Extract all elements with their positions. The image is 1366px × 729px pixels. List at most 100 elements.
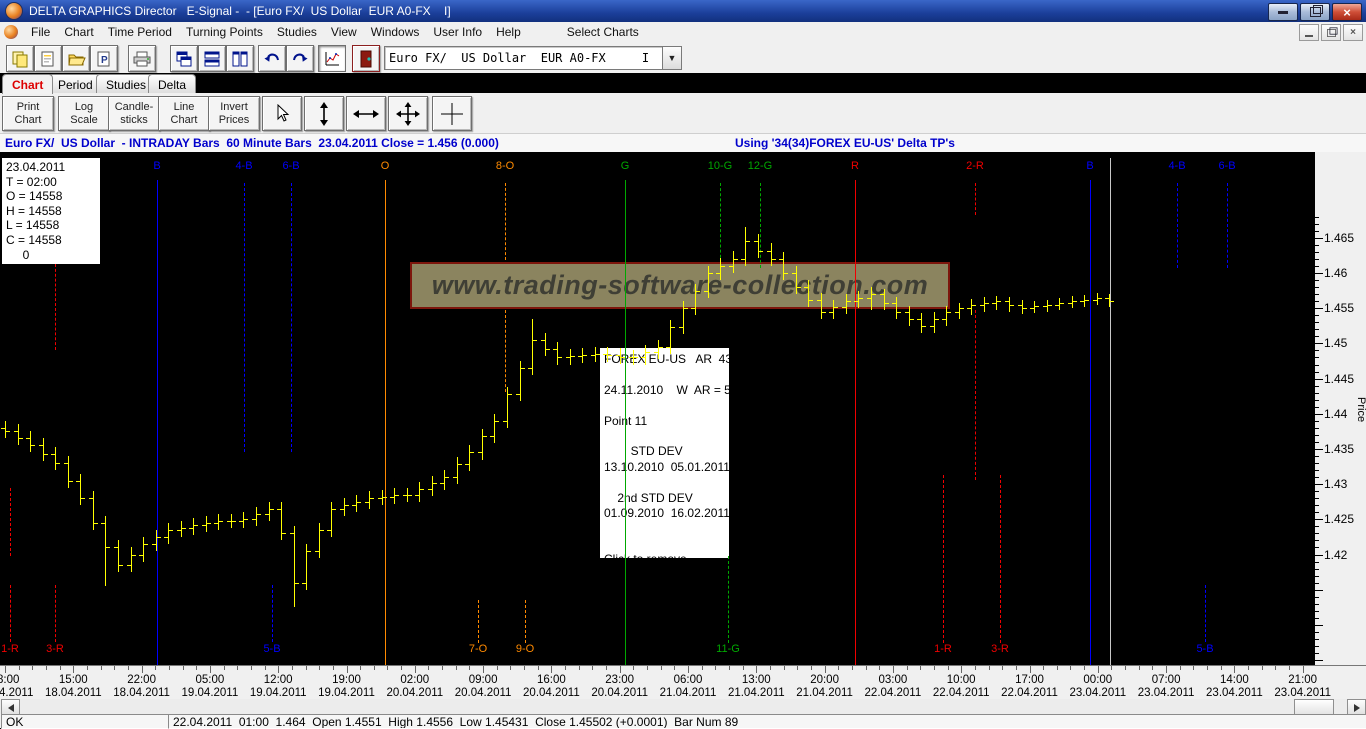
button-label: Log Scale xyxy=(70,101,98,126)
pan-tool-button[interactable] xyxy=(388,96,428,131)
tp-line-12-G[interactable] xyxy=(760,183,761,268)
price-minor-tick xyxy=(1315,372,1319,373)
redo-button[interactable] xyxy=(286,45,314,72)
tp-line-4-B[interactable] xyxy=(244,183,245,452)
time-tick xyxy=(169,666,170,670)
tp-line-9-O[interactable] xyxy=(525,600,526,643)
price-major-tick xyxy=(1315,590,1323,591)
page-setup-button[interactable]: P xyxy=(90,45,118,72)
menu-item-select-charts[interactable]: Select Charts xyxy=(560,23,646,41)
tp-line-2-R[interactable] xyxy=(975,183,976,215)
price-minor-tick xyxy=(1315,350,1319,351)
tab-period[interactable]: Period xyxy=(48,74,103,94)
tp-line-5-B[interactable] xyxy=(272,585,273,642)
tp-line-7-O[interactable] xyxy=(478,600,479,643)
horizontal-scale-tool-button[interactable] xyxy=(346,96,386,131)
tp-line-8-O[interactable] xyxy=(505,310,506,392)
log-scale-button[interactable]: Log Scale xyxy=(58,96,110,131)
tp-line-6-B[interactable] xyxy=(291,183,292,452)
tab-chart[interactable]: Chart xyxy=(2,74,53,94)
open-tick xyxy=(352,505,356,506)
tp-line-1-R[interactable] xyxy=(10,585,11,642)
chart-plot[interactable]: 23.04.2011T = 02:00O = 14558H = 14558L =… xyxy=(0,152,1313,665)
tp-label-R: R xyxy=(851,160,859,172)
time-tick xyxy=(46,666,47,670)
horizontal-scrollbar[interactable] xyxy=(0,699,1366,714)
tp-line-8-O[interactable] xyxy=(505,183,506,260)
tp-line-O[interactable] xyxy=(385,180,386,665)
tp-line-3-R[interactable] xyxy=(55,264,56,350)
chart-display-button[interactable] xyxy=(318,45,346,72)
price-bar xyxy=(959,303,960,319)
candle-sticks-button[interactable]: Candle- sticks xyxy=(108,96,160,131)
open-tick xyxy=(741,259,745,260)
time-tick xyxy=(784,666,785,670)
tp-line-4-B[interactable] xyxy=(1177,183,1178,268)
tile-horizontal-button[interactable] xyxy=(198,45,226,72)
close-tick xyxy=(307,551,311,552)
open-tick xyxy=(227,521,231,522)
open-file-button[interactable] xyxy=(62,45,90,72)
menu-item-windows[interactable]: Windows xyxy=(364,23,427,41)
menu-item-file[interactable]: File xyxy=(24,23,57,41)
tp-line-6-B[interactable] xyxy=(1227,183,1228,268)
crosshair-tool-button[interactable] xyxy=(432,96,472,131)
tab-delta[interactable]: Delta xyxy=(148,74,196,94)
mdi-restore-button[interactable] xyxy=(1321,24,1341,41)
select-tool-button[interactable] xyxy=(262,96,302,131)
close-tick xyxy=(709,273,713,274)
menu-item-turning-points[interactable]: Turning Points xyxy=(179,23,270,41)
tp-line-B[interactable] xyxy=(1090,180,1091,665)
symbol-select-arrow[interactable]: ▼ xyxy=(662,46,682,70)
open-tick xyxy=(89,498,93,499)
tp-line-1-R[interactable] xyxy=(10,488,11,556)
print-button[interactable] xyxy=(128,45,156,72)
print-chart-button[interactable]: Print Chart xyxy=(2,96,54,131)
close-button[interactable]: × xyxy=(1332,3,1362,21)
price-label: 1.425 xyxy=(1324,512,1354,526)
vertical-scale-tool-button[interactable] xyxy=(304,96,344,131)
price-bar xyxy=(118,540,119,572)
price-bar xyxy=(833,300,834,319)
time-tick xyxy=(1221,666,1222,670)
mdi-minimize-button[interactable] xyxy=(1299,24,1319,41)
menu-item-help[interactable]: Help xyxy=(489,23,528,41)
turning-point-tooltip[interactable]: FOREX EU-US AR 43 24.11.2010 W AR = 57 P… xyxy=(600,348,729,558)
tp-line-1-R[interactable] xyxy=(943,475,944,643)
tp-line-5-B[interactable] xyxy=(1205,585,1206,642)
minimize-button[interactable] xyxy=(1268,3,1298,21)
symbol-select[interactable]: Euro FX/ US Dollar EUR A0-FX I xyxy=(384,46,664,70)
mdi-close-button[interactable]: × xyxy=(1343,24,1363,41)
line-chart-button[interactable]: Line Chart xyxy=(158,96,210,131)
time-tick xyxy=(920,666,921,670)
open-tick xyxy=(478,452,482,453)
menu-item-time-period[interactable]: Time Period xyxy=(101,23,179,41)
tp-line-3-R[interactable] xyxy=(55,585,56,642)
tile-vertical-button[interactable] xyxy=(226,45,254,72)
menu-item-view[interactable]: View xyxy=(324,23,364,41)
tp-line-11-G[interactable] xyxy=(728,556,729,643)
restore-button[interactable] xyxy=(1300,3,1330,21)
undo-button[interactable] xyxy=(258,45,286,72)
invert-prices-button[interactable]: Invert Prices xyxy=(208,96,260,131)
tp-line-B[interactable] xyxy=(157,180,158,665)
tp-line-3-R[interactable] xyxy=(1000,475,1001,643)
tp-line-10-G[interactable] xyxy=(720,183,721,268)
tp-label-11-G: 11-G xyxy=(716,643,740,655)
price-bar xyxy=(457,457,458,484)
cascade-windows-button[interactable] xyxy=(170,45,198,72)
tp-line-2-R[interactable] xyxy=(975,310,976,480)
close-tick xyxy=(1073,301,1077,302)
new-page-button[interactable] xyxy=(34,45,62,72)
copy-button[interactable] xyxy=(6,45,34,72)
tile-vertical-icon xyxy=(231,50,249,68)
menu-item-user-info[interactable]: User Info xyxy=(426,23,489,41)
tp-line-R[interactable] xyxy=(855,180,856,665)
time-label: 10:00 22.04.2011 xyxy=(933,674,990,699)
menu-item-studies[interactable]: Studies xyxy=(270,23,324,41)
tp-line-G[interactable] xyxy=(625,180,626,665)
menu-item-chart[interactable]: Chart xyxy=(57,23,100,41)
price-bar xyxy=(771,243,772,266)
exit-button[interactable] xyxy=(352,45,380,72)
time-tick xyxy=(1057,666,1058,670)
